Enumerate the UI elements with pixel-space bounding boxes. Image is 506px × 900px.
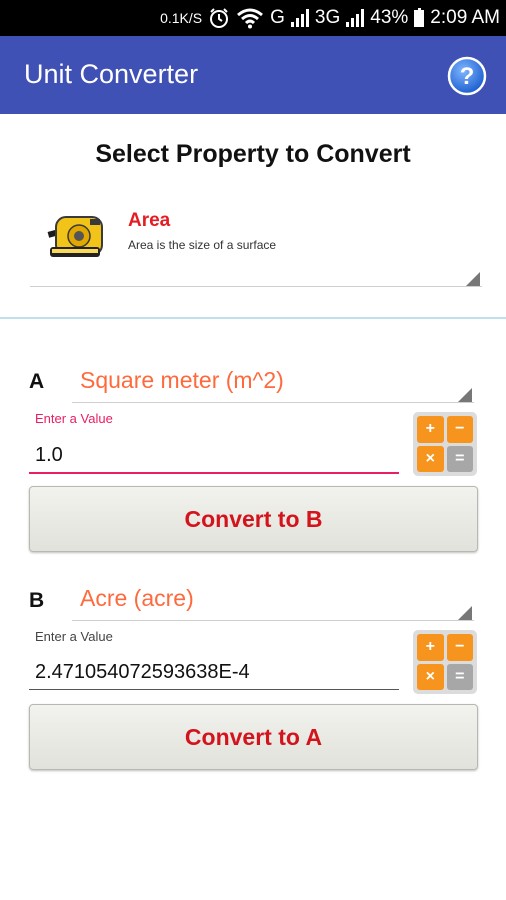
calc-plus-key: + [417, 416, 444, 443]
dropdown-underline [30, 286, 482, 287]
input-underline [29, 472, 399, 474]
battery-icon [414, 7, 425, 27]
unit-a-name: Square meter (m^2) [80, 367, 284, 393]
unit-b-value: 2.471054072593638E-4 [35, 661, 250, 683]
tape-measure-icon [47, 216, 103, 257]
unit-b-name: Acre (acre) [80, 585, 194, 611]
property-description: Area is the size of a surface [128, 238, 277, 252]
section-divider [0, 317, 506, 319]
property-dropdown[interactable]: Area Area is the size of a surface [30, 195, 482, 290]
section-title: Select Property to Convert [95, 140, 411, 168]
calculator-icon[interactable]: + − × = [413, 412, 477, 476]
signal-strength-icon [290, 9, 309, 27]
app-title: Unit Converter [24, 59, 199, 89]
unit-b-value-label: Enter a Value [35, 629, 113, 644]
network-type-g: G [270, 7, 285, 28]
dropdown-arrow-icon [458, 388, 472, 402]
unit-a-value-input[interactable]: 1.0 [29, 434, 399, 476]
calc-minus-key: − [446, 634, 473, 661]
calc-plus-key: + [417, 634, 444, 661]
network-speed: 0.1K/S [160, 10, 203, 26]
input-underline [29, 689, 399, 690]
unit-a-letter: A [29, 370, 45, 393]
unit-b-letter: B [29, 589, 45, 612]
dropdown-underline [72, 402, 474, 403]
calc-equals-key: = [446, 445, 473, 472]
status-bar: 0.1K/S G 3G 43% 2:09 AM [0, 0, 506, 36]
convert-to-a-button[interactable]: Convert to A [29, 704, 478, 770]
dropdown-arrow-icon [466, 272, 480, 286]
calc-minus-key: − [446, 416, 473, 443]
battery-percent: 43% [370, 7, 409, 28]
unit-a-value: 1.0 [35, 444, 63, 466]
dropdown-underline [72, 620, 474, 621]
clock-time: 2:09 AM [430, 7, 500, 28]
calculator-icon[interactable]: + − × = [413, 630, 477, 694]
calc-multiply-key: × [417, 445, 444, 472]
help-glyph: ? [460, 63, 475, 90]
property-name: Area [128, 210, 171, 231]
alarm-clock-icon [208, 7, 230, 29]
app-bar: Unit Converter ? [0, 36, 506, 114]
calc-equals-key: = [446, 663, 473, 690]
network-type-3g: 3G [314, 7, 341, 28]
unit-a-value-label: Enter a Value [35, 411, 113, 426]
unit-b-dropdown[interactable]: Acre (acre) [72, 580, 474, 622]
unit-b-value-input[interactable]: 2.471054072593638E-4 [29, 652, 399, 694]
dropdown-arrow-icon [458, 606, 472, 620]
calc-multiply-key: × [417, 663, 444, 690]
wifi-icon [236, 7, 264, 29]
signal-strength-icon-2 [346, 9, 365, 27]
help-circle-icon[interactable]: ? [447, 56, 487, 96]
unit-a-dropdown[interactable]: Square meter (m^2) [72, 362, 474, 404]
convert-to-b-button[interactable]: Convert to B [29, 486, 478, 552]
